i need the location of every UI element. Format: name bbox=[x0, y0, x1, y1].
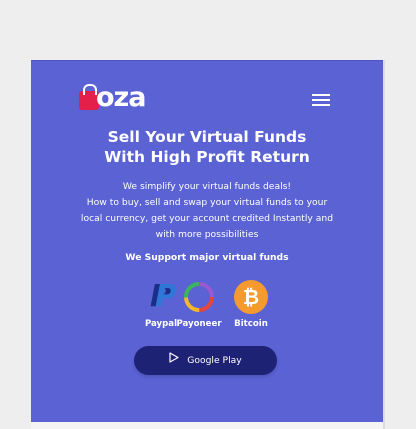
hero-section: oza Sell Your Virtual Funds With High Pr… bbox=[31, 60, 383, 423]
google-play-label: Google Play bbox=[187, 355, 242, 366]
payment-label: Bitcoin bbox=[234, 319, 268, 329]
hamburger-menu-icon[interactable] bbox=[312, 94, 330, 106]
page-edge bbox=[383, 60, 385, 429]
headline-line-1: Sell Your Virtual Funds bbox=[107, 128, 307, 146]
brand-logo[interactable]: oza bbox=[79, 82, 169, 117]
payment-method-payoneer: Payoneer bbox=[169, 280, 229, 329]
hero-intro: We simplify your virtual funds deals! Ho… bbox=[31, 179, 383, 243]
google-play-button[interactable]: Google Play bbox=[134, 346, 277, 375]
payment-label: Payoneer bbox=[176, 319, 222, 329]
bitcoin-icon: ₿ bbox=[234, 280, 268, 314]
support-title: We Support major virtual funds bbox=[125, 252, 289, 263]
next-section-edge bbox=[31, 422, 383, 429]
payoneer-icon bbox=[182, 280, 216, 314]
hero-tagline: We simplify your virtual funds deals! bbox=[122, 181, 292, 192]
hero-headline: Sell Your Virtual Funds With High Profit… bbox=[31, 127, 383, 167]
play-icon bbox=[169, 346, 179, 375]
payment-method-bitcoin: ₿ Bitcoin bbox=[221, 280, 281, 329]
hero-description: How to buy, sell and swap your virtual f… bbox=[80, 197, 334, 240]
headline-line-2: With High Profit Return bbox=[104, 148, 310, 166]
logo-text: oza bbox=[96, 82, 146, 113]
